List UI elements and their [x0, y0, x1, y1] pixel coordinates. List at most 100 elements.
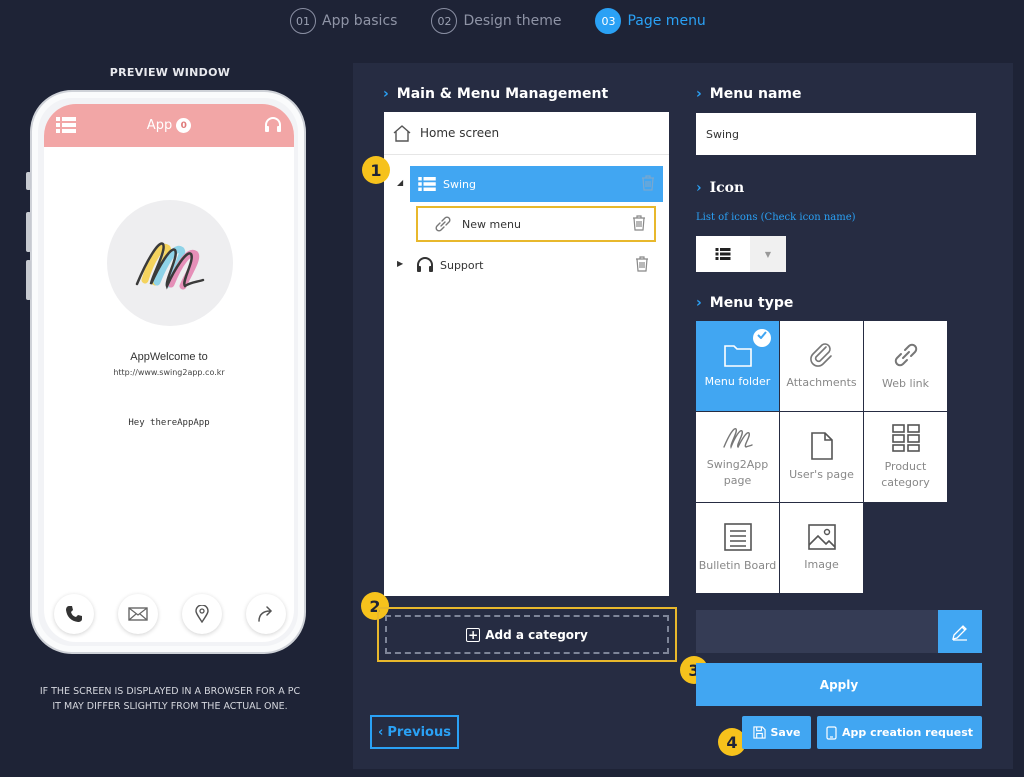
add-category-label: Add a category: [485, 627, 588, 642]
section-title-text: Main & Menu Management: [396, 86, 609, 102]
menu-type-attachments[interactable]: Attachments: [780, 321, 863, 411]
chevron-left-icon: ‹: [378, 724, 384, 740]
section-title-menu-type: › Menu type: [696, 295, 793, 311]
tree-item-label: Home screen: [420, 126, 500, 140]
save-button[interactable]: Save: [742, 716, 811, 749]
step-label: App basics: [322, 13, 398, 29]
add-category-button[interactable]: + Add a category: [385, 615, 669, 654]
check-icon: [753, 329, 771, 347]
step-number: 01: [290, 8, 316, 34]
tree-item-label: Swing: [443, 177, 476, 191]
image-icon: [807, 524, 836, 550]
icon-list-link[interactable]: List of icons (Check icon name): [696, 212, 856, 223]
trash-icon[interactable]: [635, 255, 649, 275]
step-number: 03: [595, 8, 622, 34]
notification-badge: 0: [176, 118, 192, 133]
caret-expanded-icon[interactable]: ◢: [397, 178, 403, 187]
list-menu-icon: [696, 236, 750, 272]
phone-side-button: [26, 172, 31, 190]
headset-icon: [417, 257, 433, 272]
location-pin-icon[interactable]: [182, 594, 222, 634]
step-design-theme[interactable]: 02 Design theme: [431, 8, 561, 34]
section-title-text: Icon: [709, 180, 745, 196]
list-menu-icon: [418, 177, 436, 191]
chevron-right-icon: ›: [696, 295, 702, 311]
menu-type-web-link[interactable]: Web link: [864, 321, 947, 411]
menu-type-label: Attachments: [786, 376, 857, 389]
pencil-icon[interactable]: [938, 610, 982, 653]
menu-type-grid: Menu folder Attachments Web link Swing2A…: [696, 321, 947, 593]
step-number: 02: [431, 8, 458, 34]
app-url: http://www.swing2app.co.kr: [113, 368, 225, 377]
tree-item-support[interactable]: Support: [416, 254, 661, 276]
page-icon: [810, 432, 833, 460]
phone-side-button: [26, 212, 31, 252]
apply-button[interactable]: Apply: [696, 663, 982, 706]
menu-type-users-page[interactable]: User's page: [780, 412, 863, 502]
step-page-menu[interactable]: 03 Page menu: [595, 8, 706, 34]
section-title-menu-management: › Main & Menu Management: [383, 86, 608, 102]
welcome-text: AppWelcome to: [130, 351, 208, 363]
tree-item-swing[interactable]: Swing: [410, 166, 663, 202]
home-icon: [393, 125, 411, 142]
app-title: App: [146, 118, 173, 133]
step-navigation: 01 App basics 02 Design theme 03 Page me…: [290, 8, 740, 34]
previous-button[interactable]: ‹ Previous: [370, 715, 459, 749]
menu-type-menu-folder[interactable]: Menu folder: [696, 321, 779, 411]
list-menu-icon: [56, 117, 76, 137]
section-title-text: Menu name: [709, 86, 802, 102]
share-icon[interactable]: [246, 594, 286, 634]
add-category-highlight: + Add a category: [377, 607, 677, 662]
tree-item-home[interactable]: Home screen: [384, 112, 669, 155]
step-marker-1: 1: [362, 156, 390, 184]
caret-collapsed-icon[interactable]: ▶: [397, 259, 403, 268]
smartphone-icon: [826, 725, 837, 740]
menu-type-bulletin-board[interactable]: Bulletin Board: [696, 503, 779, 593]
menu-url-row: [696, 610, 982, 653]
swing2app-logo-icon: [722, 428, 753, 450]
mail-icon[interactable]: [118, 594, 158, 634]
tree-item-new-menu[interactable]: New menu: [416, 206, 656, 242]
trash-icon[interactable]: [632, 214, 646, 234]
phone-side-button: [26, 260, 31, 300]
caret-down-icon[interactable]: ▼: [750, 236, 786, 272]
phone-screen: App 0 AppWelcome to http://www.swing2app…: [44, 104, 294, 642]
menu-type-swing2app-page[interactable]: Swing2App page: [696, 412, 779, 502]
list-board-icon: [723, 523, 752, 551]
preview-note: IF THE SCREEN IS DISPLAYED IN A BROWSER …: [20, 684, 320, 714]
menu-name-input[interactable]: Swing: [696, 113, 976, 155]
app-logo: [107, 200, 233, 326]
menu-tree: Home screen ◢ Swing New menu ▶ Support: [384, 112, 669, 596]
menu-type-label: Image: [804, 558, 839, 571]
tree-item-label: New menu: [462, 217, 521, 231]
preview-note-line: IF THE SCREEN IS DISPLAYED IN A BROWSER …: [39, 686, 301, 697]
app-creation-request-label: App creation request: [841, 726, 974, 739]
chevron-right-icon: ›: [696, 180, 702, 196]
menu-type-image[interactable]: Image: [780, 503, 863, 593]
preview-title: PREVIEW WINDOW: [109, 66, 231, 79]
step-label: Design theme: [463, 13, 562, 29]
save-label: Save: [770, 726, 801, 739]
phone-icon[interactable]: [54, 594, 94, 634]
previous-label: Previous: [387, 724, 451, 740]
menu-type-product-category[interactable]: Product category: [864, 412, 947, 502]
step-app-basics[interactable]: 01 App basics: [290, 8, 397, 34]
menu-type-empty-slot: [864, 503, 947, 593]
app-creation-request-button[interactable]: App creation request: [817, 716, 982, 749]
icon-select[interactable]: ▼: [696, 236, 786, 272]
menu-url-field[interactable]: [696, 610, 938, 653]
link-icon: [435, 216, 451, 232]
bottom-quick-bar: [54, 594, 286, 634]
chevron-right-icon: ›: [383, 86, 389, 102]
trash-icon[interactable]: [641, 174, 655, 194]
phone-preview: App 0 AppWelcome to http://www.swing2app…: [26, 90, 306, 654]
menu-type-label: Product category: [881, 460, 930, 489]
paperclip-icon: [809, 343, 832, 367]
step-label: Page menu: [627, 13, 706, 29]
section-title-icon: › Icon: [696, 180, 744, 196]
menu-type-label: Bulletin Board: [698, 559, 777, 572]
floppy-disk-icon: [752, 726, 766, 739]
section-title-menu-name: › Menu name: [696, 86, 802, 102]
greeting-text: Hey thereAppApp: [128, 418, 210, 428]
menu-type-label: Menu folder: [704, 375, 771, 388]
